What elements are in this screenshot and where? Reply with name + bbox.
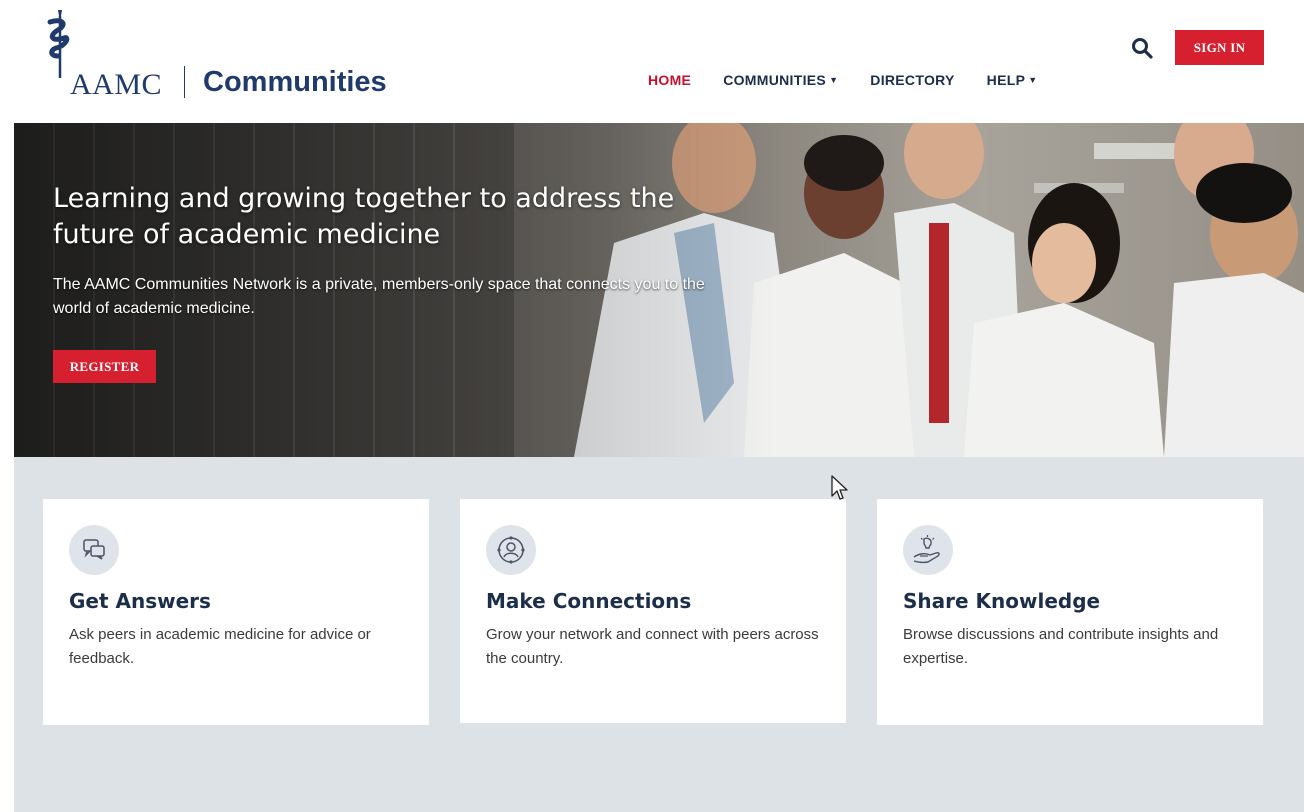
chat-bubbles-icon <box>69 525 119 575</box>
logo-divider <box>184 66 185 98</box>
nav-communities[interactable]: COMMUNITIES ▼ <box>723 72 838 88</box>
nav-directory-label: DIRECTORY <box>870 72 955 88</box>
caret-down-icon: ▼ <box>829 75 839 85</box>
feature-card-get-answers[interactable]: Get Answers Ask peers in academic medici… <box>43 499 429 725</box>
caret-down-icon: ▼ <box>1028 75 1038 85</box>
nav-directory[interactable]: DIRECTORY <box>870 72 954 88</box>
nav-home-label: HOME <box>648 72 692 88</box>
feature-card-share-knowledge[interactable]: Share Knowledge Browse discussions and c… <box>877 499 1263 725</box>
card-title: Share Knowledge <box>903 589 1101 613</box>
features-section: Get Answers Ask peers in academic medici… <box>14 457 1304 812</box>
mouse-cursor-icon <box>831 475 848 500</box>
nav-communities-label: COMMUNITIES <box>723 72 827 88</box>
hero-banner: Learning and growing together to address… <box>14 123 1304 457</box>
card-description: Grow your network and connect with peers… <box>486 626 819 667</box>
card-description: Browse discussions and contribute insigh… <box>903 626 1219 667</box>
hero-subtitle: The AAMC Communities Network is a privat… <box>53 276 705 317</box>
nav-help-label: HELP <box>986 72 1026 88</box>
main-nav: HOME COMMUNITIES ▼ DIRECTORY HELP ▼ <box>648 72 1069 88</box>
card-title: Get Answers <box>69 589 211 613</box>
sign-in-button[interactable]: SIGN IN <box>1175 30 1264 65</box>
hero-title: Learning and growing together to address… <box>53 183 675 250</box>
logo-communities-text: Communities <box>203 66 387 98</box>
aamc-logo[interactable]: AAMC Communities <box>44 8 404 101</box>
register-button[interactable]: REGISTER <box>53 350 156 383</box>
site-header: AAMC Communities HOME COMMUNITIES ▼ DIREC… <box>0 0 1304 123</box>
network-person-icon <box>486 525 536 575</box>
nav-help[interactable]: HELP ▼ <box>987 72 1038 88</box>
feature-card-make-connections[interactable]: Make Connections Grow your network and c… <box>460 499 846 723</box>
card-description: Ask peers in academic medicine for advic… <box>69 626 371 667</box>
card-title: Make Connections <box>486 589 692 613</box>
logo-aamc-text: AAMC <box>70 68 163 101</box>
lightbulb-hand-icon <box>903 525 953 575</box>
nav-home[interactable]: HOME <box>648 72 691 88</box>
search-icon[interactable] <box>1130 36 1154 60</box>
